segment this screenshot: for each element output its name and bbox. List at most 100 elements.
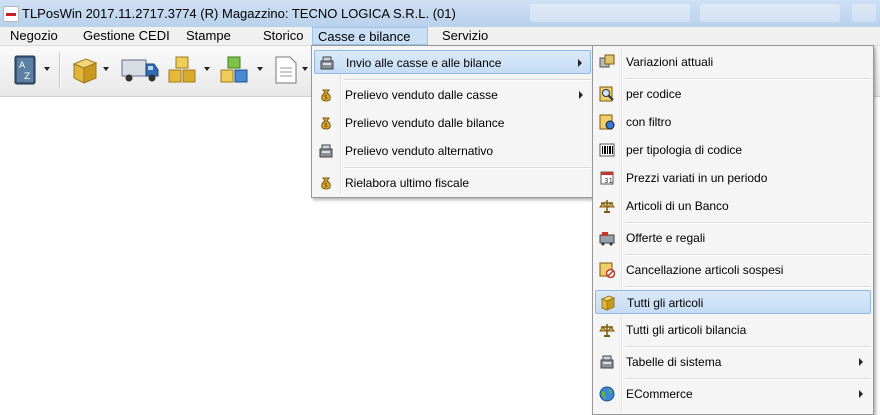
menu-item-label: Rielabora ultimo fiscale — [345, 176, 470, 190]
menu-bar: Negozio Gestione CEDI Stampe Storico Cas… — [0, 27, 880, 46]
menu-gestione-cedi[interactable]: Gestione CEDI — [83, 27, 170, 45]
articles-dropdown-arrow[interactable] — [103, 67, 109, 71]
menu-item-label: Prezzi variati in un periodo — [626, 171, 768, 185]
sort-az-icon: A Z — [14, 55, 36, 85]
scale-icon — [599, 324, 615, 337]
title-bar: TLPosWin 2017.11.2717.3774 (R) Magazzino… — [0, 0, 880, 27]
menu-casse-e-bilance[interactable]: Casse e bilance — [312, 27, 428, 45]
money-bag-icon: $ — [321, 117, 331, 130]
colored-boxes-icon — [220, 56, 248, 83]
sort-dropdown-arrow[interactable] — [44, 67, 50, 71]
background-window-tab — [700, 4, 840, 22]
articles-button[interactable] — [68, 54, 100, 86]
menu-item-label: Articoli di un Banco — [626, 199, 729, 213]
toolbar-separator — [59, 52, 61, 88]
menu-separator — [344, 79, 591, 81]
magnifier-icon — [599, 86, 614, 102]
menu-item-label: Variazioni attuali — [626, 55, 714, 69]
background-window-tab — [530, 4, 690, 22]
menu-item-label: Cancellazione articoli sospesi — [626, 263, 784, 277]
menu-item-variazioni-attuali[interactable]: Variazioni attuali — [595, 50, 871, 74]
submenu-arrow-icon — [578, 59, 582, 67]
menu-item-label: Invio alle casse e alle bilance — [346, 56, 502, 70]
money-bag-icon: $ — [321, 89, 331, 102]
menu-item-label: Tabelle di sistema — [626, 355, 722, 369]
menu-item-label: ECommerce — [626, 387, 693, 401]
menu-item-label: Offerte e regali — [626, 231, 706, 245]
menu-item-per-codice[interactable]: per codice — [595, 82, 871, 106]
document-dropdown-arrow[interactable] — [302, 67, 308, 71]
menu-separator — [625, 222, 871, 224]
stock-dropdown-arrow[interactable] — [204, 67, 210, 71]
cash-register-icon — [600, 355, 614, 369]
menu-item-ecommerce[interactable]: ECommerce — [595, 382, 871, 406]
menu-item-label: Tutti gli articoli bilancia — [626, 323, 747, 337]
menu-separator — [625, 346, 871, 348]
svg-text:Z: Z — [24, 72, 30, 82]
svg-text:31: 31 — [604, 177, 613, 185]
menu-separator — [344, 167, 591, 169]
menu-item-label: per codice — [626, 87, 682, 101]
menu-item-label: Prelievo venduto alternativo — [345, 144, 494, 158]
money-bag-icon: $ — [321, 177, 331, 190]
barcode-icon — [599, 143, 615, 157]
box-icon — [600, 295, 616, 311]
menu-item-invio-casse-bilance[interactable]: Invio alle casse e alle bilance — [314, 50, 591, 74]
menu-separator — [625, 378, 871, 380]
submenu-arrow-icon — [579, 91, 583, 99]
categories-dropdown-arrow[interactable] — [257, 67, 263, 71]
menu-separator — [625, 254, 871, 256]
svg-text:$: $ — [324, 122, 328, 129]
menu-item-label: per tipologia di codice — [626, 143, 743, 157]
menu-item-label: con filtro — [626, 115, 672, 129]
calendar-icon: 31 — [600, 171, 614, 185]
document-button[interactable] — [270, 54, 302, 86]
cash-register-icon — [320, 56, 334, 70]
submenu-arrow-icon — [859, 358, 863, 366]
menu-item-articoli-banco[interactable]: Articoli di un Banco — [595, 194, 871, 218]
menu-item-prelievo-alternativo[interactable]: Prelievo venduto alternativo — [314, 139, 591, 163]
app-title: TLPosWin 2017.11.2717.3774 (R) — [22, 6, 219, 21]
menu-item-cancellazione-sospesi[interactable]: Cancellazione articoli sospesi — [595, 258, 871, 282]
menu-separator — [625, 78, 871, 80]
menu-casse-dropdown: Invio alle casse e alle bilance $ Prelie… — [311, 45, 594, 198]
menu-negozio[interactable]: Negozio — [10, 27, 58, 45]
svg-text:$: $ — [324, 94, 328, 101]
menu-item-label: Prelievo venduto dalle casse — [345, 88, 498, 102]
filter-icon — [599, 114, 615, 130]
globe-icon — [599, 386, 615, 402]
store-label: Magazzino: TECNO LOGICA S.R.L. (01) — [222, 6, 456, 21]
app-logo-icon — [3, 6, 19, 22]
svg-text:$: $ — [324, 182, 328, 189]
menu-servizio[interactable]: Servizio — [442, 27, 488, 45]
sort-az-button[interactable]: A Z — [9, 54, 41, 86]
submenu-arrow-icon — [859, 390, 863, 398]
svg-text:A: A — [19, 61, 26, 71]
variations-icon — [599, 54, 615, 68]
menu-stampe[interactable]: Stampe — [186, 27, 231, 45]
box-icon — [72, 58, 98, 84]
menu-separator — [625, 286, 871, 288]
menu-item-tutti-articoli-bilancia[interactable]: Tutti gli articoli bilancia — [595, 318, 871, 342]
menu-item-tipologia-codice[interactable]: per tipologia di codice — [595, 138, 871, 162]
minimize-button[interactable] — [852, 4, 876, 22]
menu-item-tutti-articoli[interactable]: Tutti gli articoli — [595, 290, 871, 314]
delete-icon — [599, 262, 615, 278]
categories-button[interactable] — [218, 54, 250, 86]
offers-icon — [599, 232, 615, 246]
menu-item-rielabora-fiscale[interactable]: $ Rielabora ultimo fiscale — [314, 171, 591, 195]
menu-item-offerte-regali[interactable]: Offerte e regali — [595, 226, 871, 250]
menu-item-prezzi-variati[interactable]: 31 Prezzi variati in un periodo — [595, 166, 871, 190]
menu-item-con-filtro[interactable]: con filtro — [595, 110, 871, 134]
menu-item-prelievo-casse[interactable]: $ Prelievo venduto dalle casse — [314, 83, 591, 107]
menu-item-prelievo-bilance[interactable]: $ Prelievo venduto dalle bilance — [314, 111, 591, 135]
menu-item-label: Prelievo venduto dalle bilance — [345, 116, 505, 130]
menu-item-label: Tutti gli articoli — [627, 296, 704, 310]
stock-button[interactable] — [166, 54, 198, 86]
menu-item-tabelle-sistema[interactable]: Tabelle di sistema — [595, 350, 871, 374]
truck-icon — [121, 59, 159, 82]
delivery-button[interactable] — [120, 54, 160, 86]
document-icon — [275, 56, 297, 84]
menu-storico[interactable]: Storico — [263, 27, 303, 45]
boxes-icon — [168, 56, 196, 83]
